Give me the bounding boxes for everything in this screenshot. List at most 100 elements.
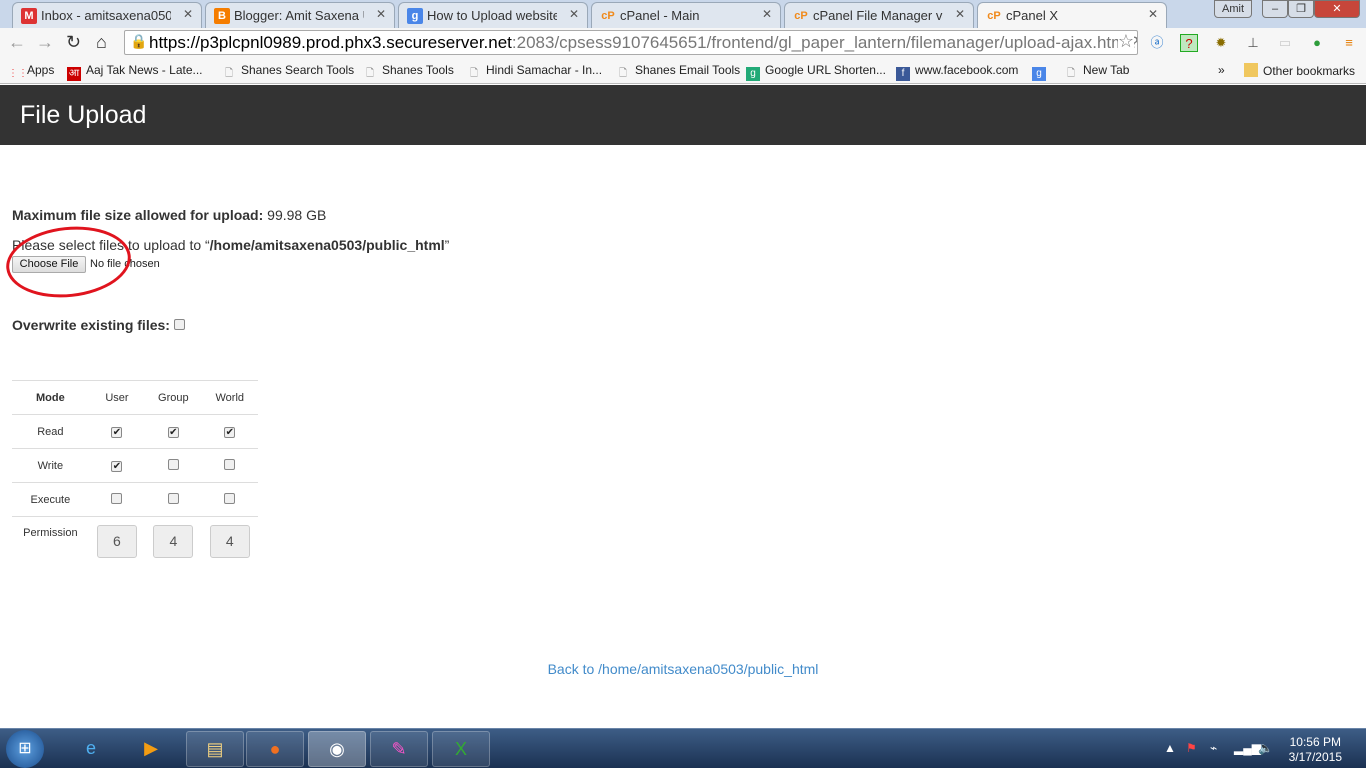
bookmarks-overflow[interactable]: » [1218,63,1225,77]
star-icon[interactable]: ☆ [1117,31,1134,52]
overwrite-row: Overwrite existing files: [12,317,185,333]
bookmark-6[interactable]: 🗋 Shanes Email Tools [616,63,740,81]
close-tab-icon[interactable]: ✕ [955,7,965,21]
read-world-checkbox[interactable]: ✔ [224,426,236,438]
home-icon[interactable]: ⌂ [96,32,107,53]
clock-time: 10:56 PM [1289,735,1341,749]
tab-5[interactable]: cP cPanel File Manager v3 ✕ [784,2,974,28]
read-group-checkbox[interactable]: ✔ [167,426,179,438]
menu-icon[interactable]: ≡ [1340,34,1358,52]
help-extension-icon[interactable]: ? [1180,34,1198,52]
url-path: :2083/cpsess9107645651/frontend/gl_paper… [511,33,1138,52]
amazon-extension-icon[interactable]: ⓐ [1148,34,1166,52]
media-taskbar-icon[interactable]: ▶ [122,731,180,767]
start-button[interactable]: ⊞ [6,730,44,768]
tab-1[interactable]: M Inbox - amitsaxena0503@ ✕ [12,2,202,28]
tab-6[interactable]: cP cPanel X ✕ [977,2,1167,28]
close-tab-icon[interactable]: ✕ [1148,7,1158,21]
tab-title: cPanel - Main [620,8,700,23]
unknown-extension-icon[interactable]: ⊥ [1244,34,1262,52]
maximize-button[interactable]: ❐ [1288,0,1314,18]
close-tab-icon[interactable]: ✕ [569,7,579,21]
write-world-checkbox[interactable] [224,458,236,470]
address-bar[interactable]: 🔒 https://p3plcpnl0989.prod.phx3.secures… [124,30,1138,55]
bookmark-label: Hindi Samachar - In... [486,63,603,77]
page-icon: 🗋 [618,68,628,79]
tab-strip: M Inbox - amitsaxena0503@ ✕ B Blogger: Amit … [0,0,1366,28]
overwrite-label: Overwrite existing files: [12,317,170,333]
excel-taskbar-icon[interactable]: X [432,731,490,767]
close-tab-icon[interactable]: ✕ [762,7,772,21]
cpanel-icon: cP [987,10,1001,22]
tab-2[interactable]: B Blogger: Amit Saxena Uni ✕ [205,2,395,28]
mode-row-read: Read ✔ ✔ ✔ [12,414,258,449]
firefox-taskbar-icon[interactable]: ● [246,731,304,767]
back-icon[interactable]: ← [8,32,26,53]
bookmark-7[interactable]: g Google URL Shorten... [746,63,886,81]
aajtak-icon: आ [67,67,81,81]
volume-icon[interactable]: 🔈 [1258,741,1273,755]
minimize-button[interactable]: – [1262,0,1288,18]
page-icon: 🗋 [1066,68,1076,79]
header-world: World [201,380,258,415]
max-size-label: Maximum file size allowed for upload: [12,207,264,223]
mode-label: Execute [12,482,89,517]
close-tab-icon[interactable]: ✕ [183,7,193,21]
tab-4[interactable]: cP cPanel - Main ✕ [591,2,781,28]
mode-label: Write [12,448,89,483]
header-mode: Mode [12,380,89,415]
bookmark-3[interactable]: 🗋 Shanes Search Tools [222,63,354,81]
mode-label: Read [12,414,89,449]
execute-user-checkbox[interactable] [111,492,123,504]
other-bookmarks[interactable]: Other bookmarks [1244,63,1355,78]
reload-icon[interactable]: ↻ [66,32,81,53]
chrome-taskbar-icon[interactable]: ◉ [308,731,366,767]
windows-taskbar: ⊞ e ▶ ▤ ● ◉ ✎ X ▲ ⚑ ⌁ ▂▄▆ 🔈 10:56 PM 3/17… [0,728,1366,768]
bookmark-1[interactable]: ⋮⋮Apps [8,63,54,81]
show-hidden-icons[interactable]: ▲ [1164,741,1176,755]
execute-world-checkbox[interactable] [224,492,236,504]
execute-group-checkbox[interactable] [167,492,179,504]
clock[interactable]: 10:56 PM 3/17/2015 [1289,735,1342,765]
close-tab-icon[interactable]: ✕ [376,7,386,21]
max-size-value: 99.98 GB [267,207,327,223]
bookmark-label: Shanes Tools [382,63,454,77]
facebook-icon: f [896,67,910,81]
write-user-checkbox[interactable]: ✔ [111,460,123,472]
overwrite-checkbox[interactable] [173,319,185,330]
other-bookmarks-label: Other bookmarks [1263,64,1356,78]
bookmark-9[interactable]: g [1032,63,1051,81]
back-link[interactable]: Back to /home/amitsaxena0503/public_html [548,661,819,677]
write-group-checkbox[interactable] [167,458,179,470]
permission-world-field[interactable]: 4 [209,525,250,558]
page-icon: 🗋 [224,68,234,79]
bookmark-10[interactable]: 🗋 New Tab [1064,63,1130,81]
network-icon[interactable]: ▂▄▆ [1234,741,1261,755]
google-icon: g [746,67,760,81]
tab-title: How to Upload website th [427,8,557,23]
profile-button[interactable]: Amit [1214,0,1252,18]
blank-extension-icon[interactable]: ▭ [1276,34,1294,52]
seo-extension-icon[interactable]: ✹ [1212,34,1230,52]
explorer-taskbar-icon[interactable]: ▤ [186,731,244,767]
permission-group-field[interactable]: 4 [153,525,194,558]
google-icon: g [1032,67,1046,81]
bookmark-4[interactable]: 🗋 Shanes Tools [363,63,454,81]
power-icon[interactable]: ⌁ [1210,741,1217,755]
paint-taskbar-icon[interactable]: ✎ [370,731,428,767]
bookmark-2[interactable]: आ Aaj Tak News - Late... [67,63,203,81]
permissions-table: Mode User Group World Read ✔ ✔ ✔ Write ✔ Execu… [12,380,258,563]
bookmark-5[interactable]: 🗋 Hindi Samachar - In... [467,63,602,81]
bookmark-8[interactable]: f www.facebook.com [896,63,1018,81]
ie-taskbar-icon[interactable]: e [62,731,120,767]
forward-icon[interactable]: → [36,32,54,53]
permission-user-field[interactable]: 6 [96,525,137,558]
bookmark-label: www.facebook.com [915,63,1019,77]
action-center-icon[interactable]: ⚑ [1186,741,1197,755]
bookmark-label: Aaj Tak News - Late... [86,63,203,77]
hangouts-icon[interactable]: ● [1308,34,1326,52]
close-window-button[interactable]: ✕ [1314,0,1360,18]
tab-3[interactable]: g How to Upload website th ✕ [398,2,588,28]
read-user-checkbox[interactable]: ✔ [111,426,123,438]
cpanel-icon: cP [794,10,808,22]
